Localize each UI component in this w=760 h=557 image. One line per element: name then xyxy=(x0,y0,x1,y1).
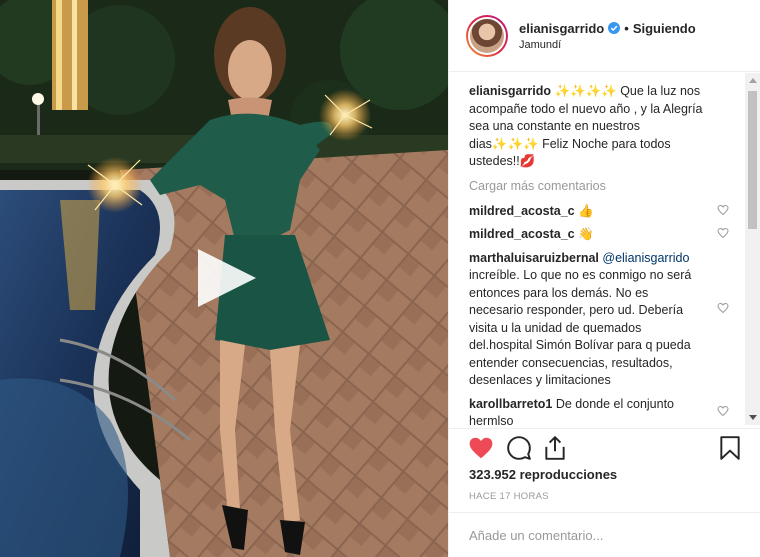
view-count: 323.952 reproducciones xyxy=(469,467,617,482)
comment-mention[interactable]: @elianisgarrido xyxy=(602,251,689,265)
comment-text: 👋 xyxy=(578,227,594,241)
views-number[interactable]: 323.952 xyxy=(469,467,516,482)
post-location[interactable]: Jamundí xyxy=(519,39,696,51)
bookmark-icon xyxy=(720,436,740,460)
post-timestamp[interactable]: HACE 17 HORAS xyxy=(469,491,549,502)
scroll-down-arrow[interactable] xyxy=(749,415,757,420)
scroll-up-arrow[interactable] xyxy=(749,78,757,83)
comment-item: mildred_acosta_c 👋 xyxy=(469,226,729,244)
like-button[interactable] xyxy=(468,435,494,461)
comment-item: mildred_acosta_c 👍 xyxy=(469,203,729,221)
verified-badge-icon xyxy=(608,22,621,34)
comments-scrollbar[interactable] xyxy=(745,73,760,425)
comment-like-icon[interactable] xyxy=(717,405,729,417)
caption: elianisgarrido ✨✨✨✨ Que la luz nos acomp… xyxy=(469,83,727,171)
following-button[interactable]: Siguiendo xyxy=(633,21,696,36)
comment-like-icon[interactable] xyxy=(717,227,729,239)
comment-username[interactable]: mildred_acosta_c xyxy=(469,204,575,218)
caption-username[interactable]: elianisgarrido xyxy=(469,84,551,98)
action-bar xyxy=(449,428,760,464)
post-username[interactable]: elianisgarrido xyxy=(519,21,604,36)
views-label: reproducciones xyxy=(519,467,618,482)
heart-icon xyxy=(469,437,493,459)
comment-icon xyxy=(507,436,531,460)
comment-item: karollbarreto1 De donde el conjunto herm… xyxy=(469,396,729,425)
comment-username[interactable]: marthaluisaruizbernal xyxy=(469,251,599,265)
comment-username[interactable]: karollbarreto1 xyxy=(469,397,552,411)
avatar[interactable] xyxy=(466,14,508,57)
play-icon xyxy=(198,249,256,307)
comment-item: marthaluisaruizbernal @elianisgarrido in… xyxy=(469,250,729,390)
comment-text: 👍 xyxy=(578,203,594,218)
scrollbar-thumb[interactable] xyxy=(748,91,757,229)
share-icon xyxy=(545,436,565,460)
comment-input[interactable] xyxy=(469,525,739,545)
comment-username[interactable]: mildred_acosta_c xyxy=(469,227,575,241)
add-comment-bar xyxy=(449,512,760,557)
play-button[interactable] xyxy=(190,245,260,311)
share-button[interactable] xyxy=(542,435,568,461)
comment-text: increíble. Lo que no es conmigo no será … xyxy=(469,268,692,387)
comments-list[interactable]: elianisgarrido ✨✨✨✨ Que la luz nos acomp… xyxy=(449,73,745,425)
save-button[interactable] xyxy=(717,435,743,461)
comment-button[interactable] xyxy=(506,435,532,461)
post-header: elianisgarrido • Siguiendo Jamundí xyxy=(449,0,760,72)
load-more-comments-button[interactable]: Cargar más comentarios xyxy=(469,179,727,193)
post-video[interactable] xyxy=(0,0,448,557)
post-panel: elianisgarrido • Siguiendo Jamundí elian… xyxy=(448,0,760,557)
comment-like-icon[interactable] xyxy=(717,302,729,314)
separator-dot: • xyxy=(624,20,629,36)
comment-like-icon[interactable] xyxy=(717,204,729,216)
